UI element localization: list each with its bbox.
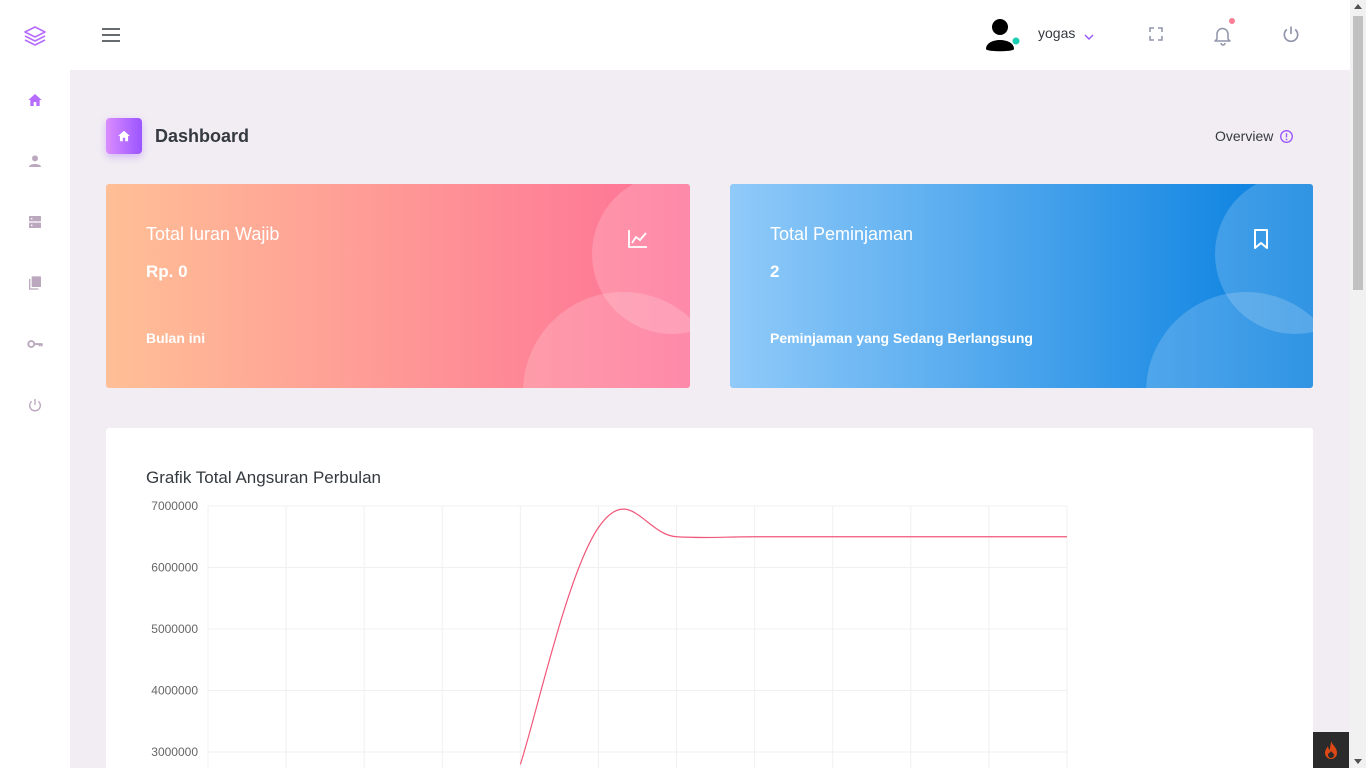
line-chart: 7000000 6000000 5000000 4000000 3000000 [151, 499, 1068, 768]
card-subtitle: Bulan ini [146, 330, 206, 346]
power-icon [1283, 26, 1299, 43]
layers-icon[interactable] [23, 24, 47, 48]
notification-dot [1229, 18, 1235, 24]
top-navbar: yogas [70, 0, 1350, 70]
sidebar-item-books[interactable] [23, 271, 47, 295]
user-name[interactable]: yogas [1038, 25, 1075, 41]
sidebar-item-home[interactable] [23, 88, 47, 112]
page-header: Dashboard Overview [106, 118, 1306, 156]
bell-icon [1214, 27, 1231, 46]
scroll-up-arrow[interactable] [1354, 4, 1362, 9]
menu-toggle-button[interactable] [100, 24, 122, 46]
power-icon [29, 399, 41, 412]
card-value: 2 [770, 262, 780, 281]
sidebar-item-key[interactable] [23, 332, 47, 356]
user-avatar-icon [986, 19, 1020, 52]
sidebar-item-user[interactable] [23, 149, 47, 173]
flame-icon [1325, 741, 1337, 759]
chart-card: Grafik Total Angsuran Perbulan 7000000 60… [106, 428, 1313, 768]
home-icon [106, 118, 142, 154]
scrollbar-thumb[interactable] [1353, 16, 1363, 290]
scrollbar[interactable] [1350, 0, 1366, 768]
y-tick-label: 4000000 [151, 684, 198, 698]
scroll-down-arrow[interactable] [1354, 759, 1362, 764]
fullscreen-button[interactable] [1146, 24, 1166, 44]
notifications-button[interactable] [1212, 18, 1235, 46]
stat-card-peminjaman: Total Peminjaman 2 Peminjaman yang Sedan… [730, 184, 1313, 388]
user-icon [29, 155, 41, 167]
debug-toolbar-button[interactable] [1313, 732, 1349, 768]
sidebar-item-server[interactable] [23, 210, 47, 234]
stat-card-iuran: Total Iuran Wajib Rp. 0 Bulan ini [106, 184, 690, 388]
books-icon [29, 276, 41, 290]
page-title: Dashboard [155, 126, 250, 146]
fullscreen-icon [1149, 27, 1163, 41]
y-tick-label: 7000000 [151, 499, 198, 513]
series-line [519, 508, 1067, 765]
info-circle-icon [1280, 129, 1294, 143]
overview-link[interactable]: Overview [1215, 128, 1294, 144]
bookmark-icon [1249, 227, 1273, 251]
online-status-indicator [1012, 37, 1020, 45]
y-tick-label: 6000000 [151, 561, 198, 575]
hamburger-icon [102, 28, 120, 42]
card-decoration [1146, 292, 1313, 388]
home-icon [28, 94, 42, 106]
card-subtitle: Peminjaman yang Sedang Berlangsung [770, 330, 1033, 346]
avatar[interactable] [984, 17, 1020, 53]
power-button[interactable] [1281, 24, 1301, 44]
overview-label: Overview [1215, 128, 1274, 144]
card-decoration [523, 292, 690, 388]
sidebar [0, 0, 70, 768]
y-tick-label: 3000000 [151, 745, 198, 759]
y-tick-label: 5000000 [151, 622, 198, 636]
card-title: Total Iuran Wajib [146, 224, 280, 244]
key-icon [27, 340, 43, 348]
sidebar-item-logout[interactable] [23, 393, 47, 417]
server-icon [29, 216, 41, 228]
card-title: Total Peminjaman [770, 224, 914, 244]
chevron-down-icon[interactable] [1083, 28, 1095, 40]
card-value: Rp. 0 [146, 262, 188, 281]
chart-line-icon [626, 227, 650, 251]
